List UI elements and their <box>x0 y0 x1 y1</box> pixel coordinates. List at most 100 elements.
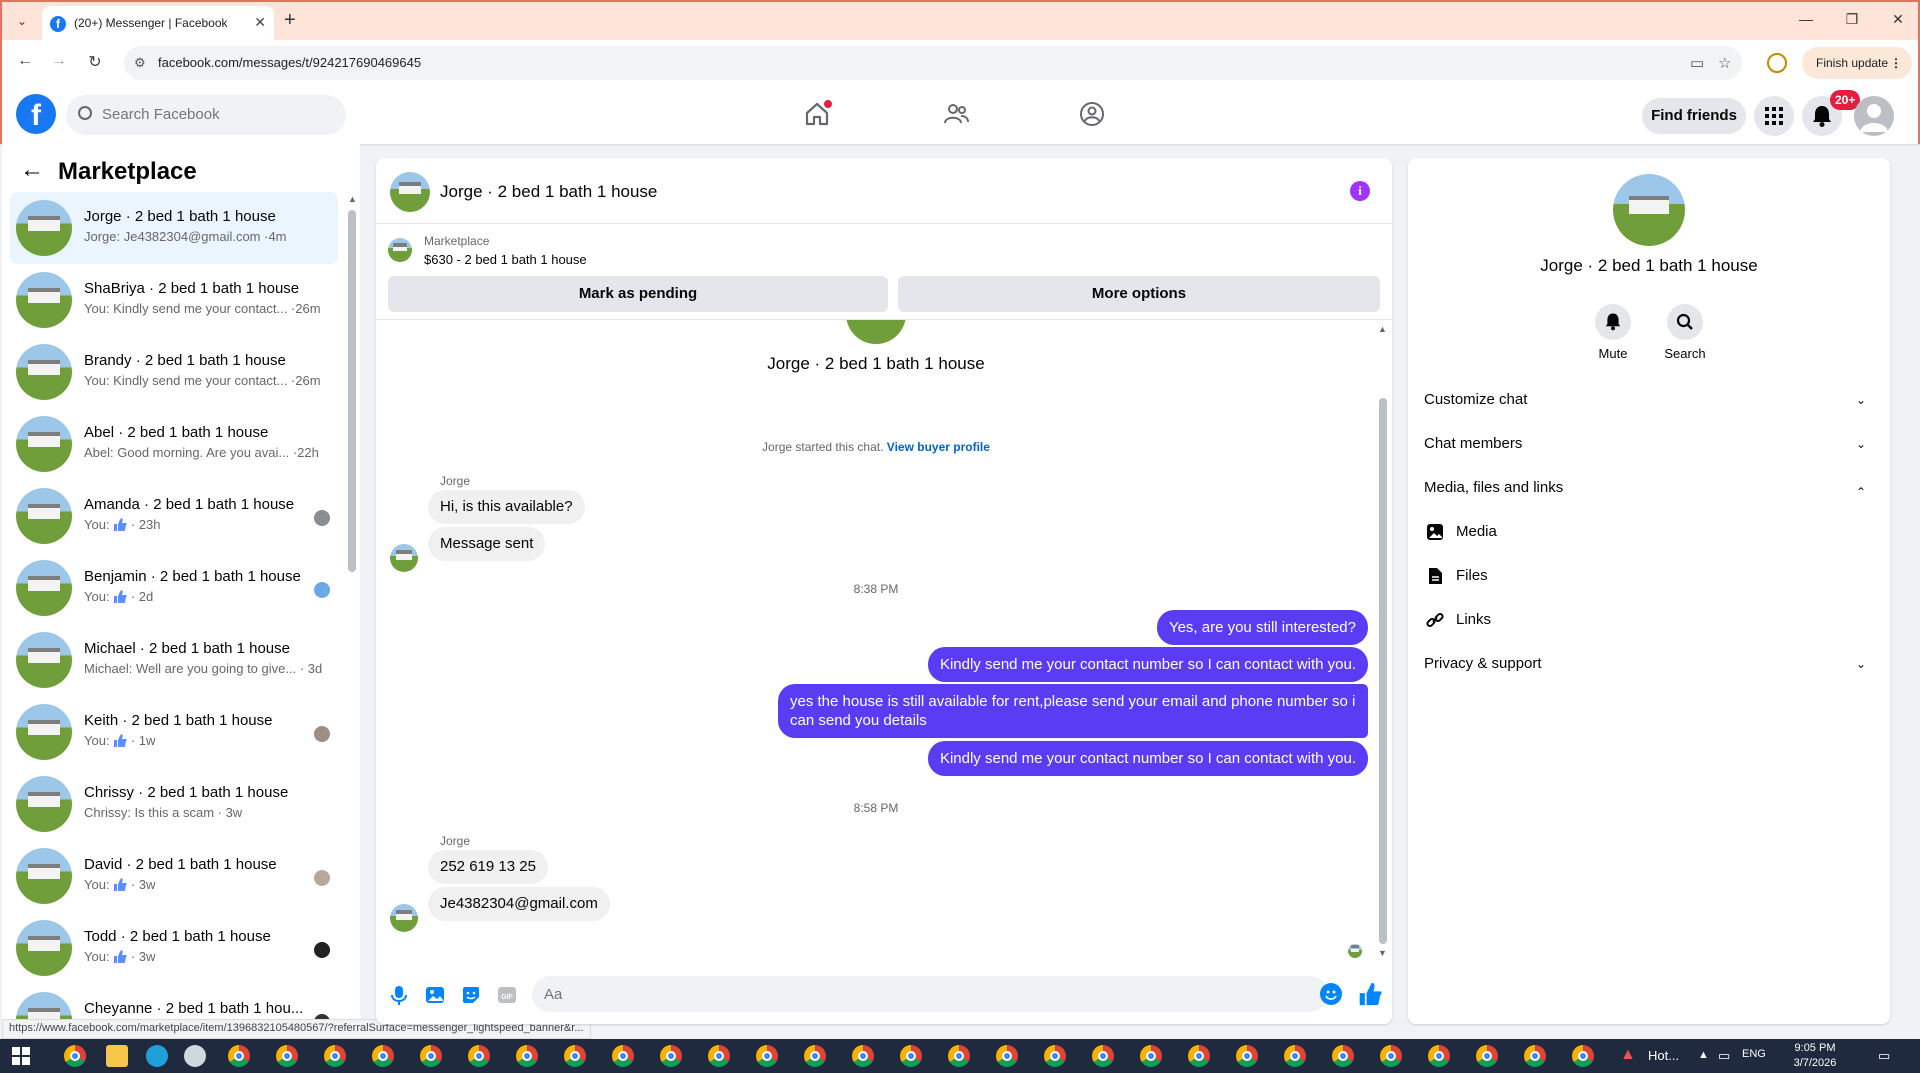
edge-taskbar-icon[interactable] <box>146 1045 168 1067</box>
conversation-item-chrissy[interactable]: Chrissy · 2 bed 1 bath 1 house Chrissy: … <box>10 768 338 840</box>
facebook-logo-icon[interactable]: f <box>16 94 56 134</box>
facebook-search[interactable] <box>66 95 346 135</box>
incoming-message[interactable]: Message sent <box>428 527 546 561</box>
details-avatar[interactable] <box>1613 174 1685 246</box>
chrome-taskbar-icon[interactable] <box>1092 1045 1114 1067</box>
chrome-taskbar-icon[interactable] <box>948 1045 970 1067</box>
listing-price[interactable]: $630 - 2 bed 1 bath 1 house <box>424 252 587 267</box>
language-indicator[interactable]: ENG <box>1742 1048 1766 1060</box>
chat-title[interactable]: Jorge · 2 bed 1 bath 1 house <box>440 182 657 202</box>
chrome-taskbar-icon[interactable] <box>1428 1045 1450 1067</box>
app-taskbar-icon[interactable] <box>184 1045 206 1067</box>
reload-icon[interactable]: ↻ <box>84 52 106 72</box>
chrome-taskbar-icon[interactable] <box>1284 1045 1306 1067</box>
links-item[interactable]: Links <box>1424 602 1874 638</box>
media-files-links-row[interactable]: Media, files and links ⌃ <box>1424 470 1874 506</box>
like-thumbs-up-icon[interactable] <box>1358 982 1382 1006</box>
listing-thumbnail[interactable] <box>388 238 412 262</box>
chat-members-row[interactable]: Chat members ⌄ <box>1424 426 1874 462</box>
conversation-item-david[interactable]: David · 2 bed 1 bath 1 house You: · 3w <box>10 840 338 912</box>
url-text[interactable]: facebook.com/messages/t/924217690469645 <box>158 55 421 70</box>
chrome-taskbar-icon[interactable] <box>420 1045 442 1067</box>
browser-profile-icon[interactable] <box>1767 53 1787 73</box>
chrome-taskbar-icon[interactable] <box>324 1045 346 1067</box>
minimize-icon[interactable]: — <box>1796 11 1816 27</box>
scroll-down-arrow-icon[interactable]: ▼ <box>1378 948 1387 958</box>
chrome-taskbar-icon[interactable] <box>468 1045 490 1067</box>
finish-update-button[interactable]: Finish update ⋮ <box>1802 47 1912 79</box>
mute-button[interactable]: Mute <box>1578 304 1648 361</box>
file-explorer-icon[interactable] <box>106 1045 128 1067</box>
chrome-taskbar-icon[interactable] <box>1236 1045 1258 1067</box>
outgoing-message[interactable]: Kindly send me your contact number so I … <box>927 647 1368 682</box>
chrome-taskbar-icon[interactable] <box>804 1045 826 1067</box>
incoming-message[interactable]: Hi, is this available? <box>428 490 585 524</box>
chrome-taskbar-icon[interactable] <box>1140 1045 1162 1067</box>
conversation-item-jorge[interactable]: Jorge · 2 bed 1 bath 1 house Jorge: Je43… <box>10 192 338 264</box>
more-options-button[interactable]: More options <box>898 276 1380 312</box>
back-arrow-icon[interactable]: ← <box>14 52 36 70</box>
outgoing-message[interactable]: Yes, are you still interested? <box>1156 610 1368 645</box>
sender-avatar[interactable] <box>390 904 418 932</box>
forward-arrow-icon[interactable]: → <box>48 52 70 70</box>
notification-center-icon[interactable]: ▭ <box>1878 1048 1890 1064</box>
chat-avatar[interactable] <box>390 172 430 212</box>
sender-avatar[interactable] <box>390 544 418 572</box>
conversation-item-shabriya[interactable]: ShaBriya · 2 bed 1 bath 1 house You: Kin… <box>10 264 338 336</box>
browser-tab-messenger[interactable]: f (20+) Messenger | Facebook ✕ <box>42 6 274 42</box>
view-buyer-profile-link[interactable]: View buyer profile <box>887 440 990 454</box>
chrome-taskbar-icon[interactable] <box>64 1045 86 1067</box>
info-icon[interactable]: i <box>1350 181 1370 201</box>
site-settings-icon[interactable]: ⚙ <box>134 55 146 71</box>
microphone-icon[interactable] <box>388 984 410 1006</box>
weather-text[interactable]: Hot... <box>1648 1048 1679 1063</box>
outgoing-message[interactable]: Kindly send me your contact number so I … <box>927 741 1368 776</box>
friends-icon[interactable] <box>942 100 970 128</box>
back-arrow-icon[interactable]: ← <box>20 156 44 184</box>
chrome-taskbar-icon[interactable] <box>708 1045 730 1067</box>
conversation-item-michael[interactable]: Michael · 2 bed 1 bath 1 house Michael: … <box>10 624 338 696</box>
new-tab-plus-icon[interactable]: + <box>284 9 296 32</box>
menu-grid-button[interactable] <box>1754 96 1794 136</box>
emoji-icon[interactable] <box>1320 983 1342 1005</box>
conversation-item-amanda[interactable]: Amanda · 2 bed 1 bath 1 house You: · 23h <box>10 480 338 552</box>
chrome-taskbar-icon[interactable] <box>1380 1045 1402 1067</box>
privacy-support-row[interactable]: Privacy & support ⌄ <box>1424 646 1874 682</box>
find-friends-button[interactable]: Find friends <box>1642 98 1746 134</box>
network-icon[interactable]: ▭ <box>1718 1048 1730 1064</box>
chrome-taskbar-icon[interactable] <box>1476 1045 1498 1067</box>
search-input[interactable] <box>102 106 332 123</box>
message-input[interactable] <box>532 976 1328 1012</box>
bookmark-star-icon[interactable]: ☆ <box>1718 54 1731 72</box>
customize-chat-row[interactable]: Customize chat ⌄ <box>1424 382 1874 418</box>
windows-start-icon[interactable] <box>12 1047 30 1065</box>
scroll-up-arrow-icon[interactable]: ▲ <box>1378 324 1387 334</box>
chrome-taskbar-icon[interactable] <box>612 1045 634 1067</box>
chrome-taskbar-icon[interactable] <box>1332 1045 1354 1067</box>
window-close-icon[interactable]: ✕ <box>1888 11 1908 28</box>
chrome-taskbar-icon[interactable] <box>276 1045 298 1067</box>
conversation-item-brandy[interactable]: Brandy · 2 bed 1 bath 1 house You: Kindl… <box>10 336 338 408</box>
restore-icon[interactable]: ❐ <box>1842 11 1862 28</box>
conversation-item-todd[interactable]: Todd · 2 bed 1 bath 1 house You: · 3w <box>10 912 338 984</box>
chrome-taskbar-icon[interactable] <box>228 1045 250 1067</box>
scrollbar-thumb[interactable] <box>348 210 356 572</box>
conversation-item-keith[interactable]: Keith · 2 bed 1 bath 1 house You: · 1w <box>10 696 338 768</box>
install-app-icon[interactable]: ▭ <box>1690 54 1704 72</box>
chrome-taskbar-icon[interactable] <box>1188 1045 1210 1067</box>
conversation-item-benjamin[interactable]: Benjamin · 2 bed 1 bath 1 house You: · 2… <box>10 552 338 624</box>
search-in-chat-button[interactable]: Search <box>1650 304 1720 361</box>
sticker-icon[interactable] <box>460 984 482 1006</box>
incoming-message[interactable]: 252 619 13 25 <box>428 850 548 884</box>
outgoing-message[interactable]: yes the house is still available for ren… <box>778 684 1368 738</box>
chrome-taskbar-icon[interactable] <box>1572 1045 1594 1067</box>
mark-as-pending-button[interactable]: Mark as pending <box>388 276 888 312</box>
groups-icon[interactable] <box>1078 100 1106 128</box>
chrome-taskbar-icon[interactable] <box>852 1045 874 1067</box>
media-item[interactable]: Media <box>1424 514 1874 550</box>
conversation-item-abel[interactable]: Abel · 2 bed 1 bath 1 house Abel: Good m… <box>10 408 338 480</box>
gif-icon[interactable]: GIF <box>496 984 518 1006</box>
scroll-up-arrow-icon[interactable]: ▲ <box>348 194 357 204</box>
chrome-taskbar-icon[interactable] <box>372 1045 394 1067</box>
chrome-taskbar-icon[interactable] <box>756 1045 778 1067</box>
